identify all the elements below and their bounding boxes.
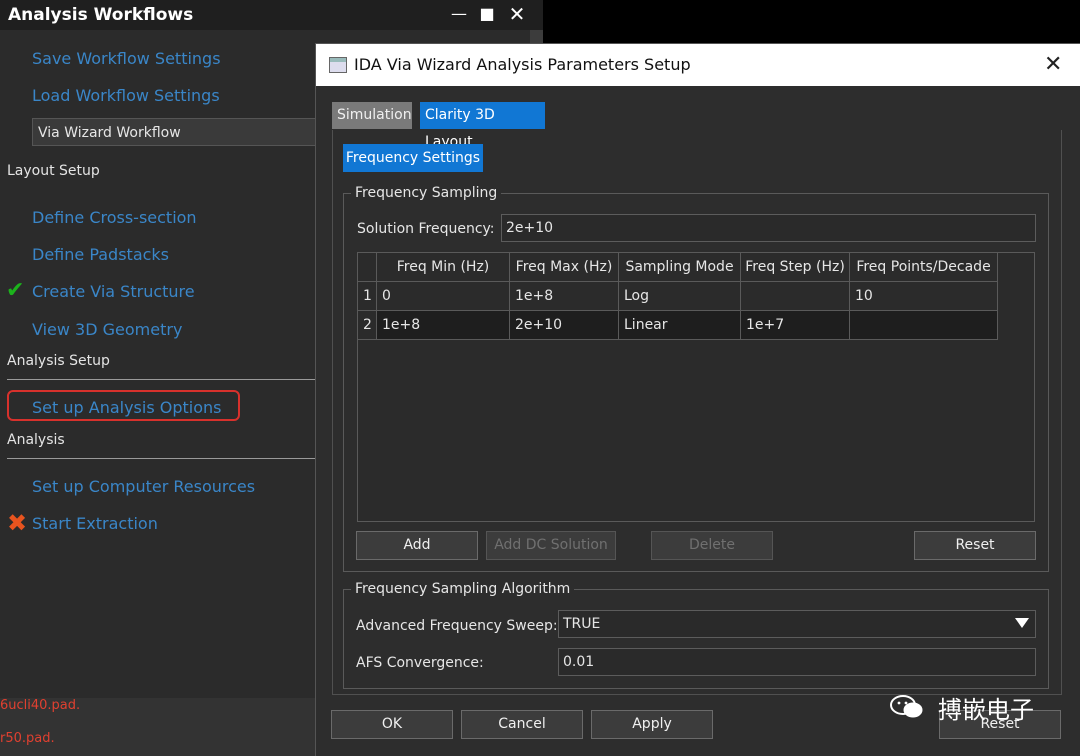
frequency-table: Freq Min (Hz) Freq Max (Hz) Sampling Mod… bbox=[357, 252, 1035, 522]
table-header[interactable]: Sampling Mode bbox=[619, 253, 741, 282]
table-header bbox=[358, 253, 377, 282]
panel-title: Analysis Workflows bbox=[8, 5, 194, 25]
table-cell[interactable]: 1e+7 bbox=[741, 311, 850, 340]
section-analysis: Analysis bbox=[7, 432, 65, 448]
table-cell[interactable]: Log bbox=[619, 282, 741, 311]
solution-frequency-label: Solution Frequency: bbox=[357, 221, 495, 237]
afs-select-value: TRUE bbox=[563, 616, 601, 632]
close-icon[interactable]: ✕ bbox=[506, 3, 528, 25]
dialog-title: IDA Via Wizard Analysis Parameters Setup bbox=[354, 55, 691, 74]
cancel-button[interactable]: Cancel bbox=[461, 710, 583, 739]
table-cell[interactable] bbox=[850, 311, 998, 340]
parameters-setup-dialog: IDA Via Wizard Analysis Parameters Setup… bbox=[316, 44, 1080, 756]
maximize-icon[interactable]: ■ bbox=[476, 3, 498, 25]
save-workflow-settings-link[interactable]: Save Workflow Settings bbox=[32, 49, 221, 68]
dialog-title-bar: IDA Via Wizard Analysis Parameters Setup… bbox=[316, 44, 1080, 86]
check-icon: ✔ bbox=[6, 278, 25, 303]
table-header[interactable]: Freq Points/Decade bbox=[850, 253, 998, 282]
scrollbar[interactable] bbox=[530, 30, 543, 44]
apply-button[interactable]: Apply bbox=[591, 710, 713, 739]
setup-computer-resources-link[interactable]: Set up Computer Resources bbox=[32, 477, 255, 496]
delete-button[interactable]: Delete bbox=[651, 531, 773, 560]
divider bbox=[7, 458, 315, 459]
table-cell[interactable]: 2e+10 bbox=[510, 311, 619, 340]
group-legend: Frequency Sampling bbox=[351, 185, 502, 201]
afs-label: Advanced Frequency Sweep: bbox=[356, 618, 558, 634]
table-header[interactable]: Freq Max (Hz) bbox=[510, 253, 619, 282]
table-cell[interactable]: 1e+8 bbox=[377, 311, 510, 340]
tab-clarity-3d-layout[interactable]: Clarity 3D Layout bbox=[420, 102, 545, 150]
start-extraction-link[interactable]: Start Extraction bbox=[32, 514, 158, 533]
view-3d-geometry-link[interactable]: View 3D Geometry bbox=[32, 320, 182, 339]
group-legend: Frequency Sampling Algorithm bbox=[351, 581, 575, 597]
watermark-text: 搏嵌电子 bbox=[938, 696, 1034, 724]
add-button[interactable]: Add bbox=[356, 531, 478, 560]
section-layout-setup: Layout Setup bbox=[7, 163, 100, 179]
close-icon[interactable]: ✕ bbox=[1044, 52, 1062, 77]
afs-select[interactable]: TRUE bbox=[558, 610, 1036, 638]
define-padstacks-link[interactable]: Define Padstacks bbox=[32, 245, 169, 264]
section-analysis-setup: Analysis Setup bbox=[7, 353, 110, 369]
table-cell[interactable]: Linear bbox=[619, 311, 741, 340]
solution-frequency-input[interactable]: 2e+10 bbox=[501, 214, 1036, 242]
define-cross-section-link[interactable]: Define Cross-section bbox=[32, 208, 197, 227]
table-cell[interactable]: 10 bbox=[850, 282, 998, 311]
cross-icon: ✖ bbox=[7, 509, 28, 537]
table-header[interactable]: Freq Min (Hz) bbox=[377, 253, 510, 282]
background bbox=[543, 0, 1080, 44]
app-icon bbox=[329, 57, 347, 73]
afs-convergence-label: AFS Convergence: bbox=[356, 655, 484, 671]
chevron-down-icon[interactable] bbox=[1015, 618, 1029, 628]
divider bbox=[7, 379, 315, 380]
minimize-icon[interactable]: — bbox=[448, 3, 470, 25]
setup-analysis-options-link[interactable]: Set up Analysis Options bbox=[32, 398, 221, 417]
table-cell[interactable] bbox=[741, 282, 850, 311]
tab-simulation[interactable]: Simulation bbox=[332, 102, 412, 129]
afs-convergence-input[interactable]: 0.01 bbox=[558, 648, 1036, 676]
table-cell[interactable]: 0 bbox=[377, 282, 510, 311]
table-header[interactable]: Freq Step (Hz) bbox=[741, 253, 850, 282]
add-dc-solution-button[interactable]: Add DC Solution bbox=[486, 531, 616, 560]
table-cell[interactable]: 1e+8 bbox=[510, 282, 619, 311]
workflow-select[interactable]: Via Wizard Workflow bbox=[32, 118, 322, 146]
log-line: 6ucli40.pad. bbox=[0, 698, 81, 713]
load-workflow-settings-link[interactable]: Load Workflow Settings bbox=[32, 86, 220, 105]
reset-table-button[interactable]: Reset bbox=[914, 531, 1036, 560]
log-line: r50.pad. bbox=[0, 731, 55, 746]
ok-button[interactable]: OK bbox=[331, 710, 453, 739]
wechat-icon bbox=[890, 695, 923, 718]
log-area: 6ucli40.pad. r50.pad. bbox=[0, 698, 316, 756]
create-via-structure-link[interactable]: Create Via Structure bbox=[32, 282, 195, 301]
row-number[interactable]: 2 bbox=[358, 311, 377, 340]
row-number[interactable]: 1 bbox=[358, 282, 377, 311]
subtab-frequency-settings[interactable]: Frequency Settings bbox=[343, 144, 483, 172]
panel-title-bar: Analysis Workflows — ■ ✕ bbox=[0, 0, 543, 30]
